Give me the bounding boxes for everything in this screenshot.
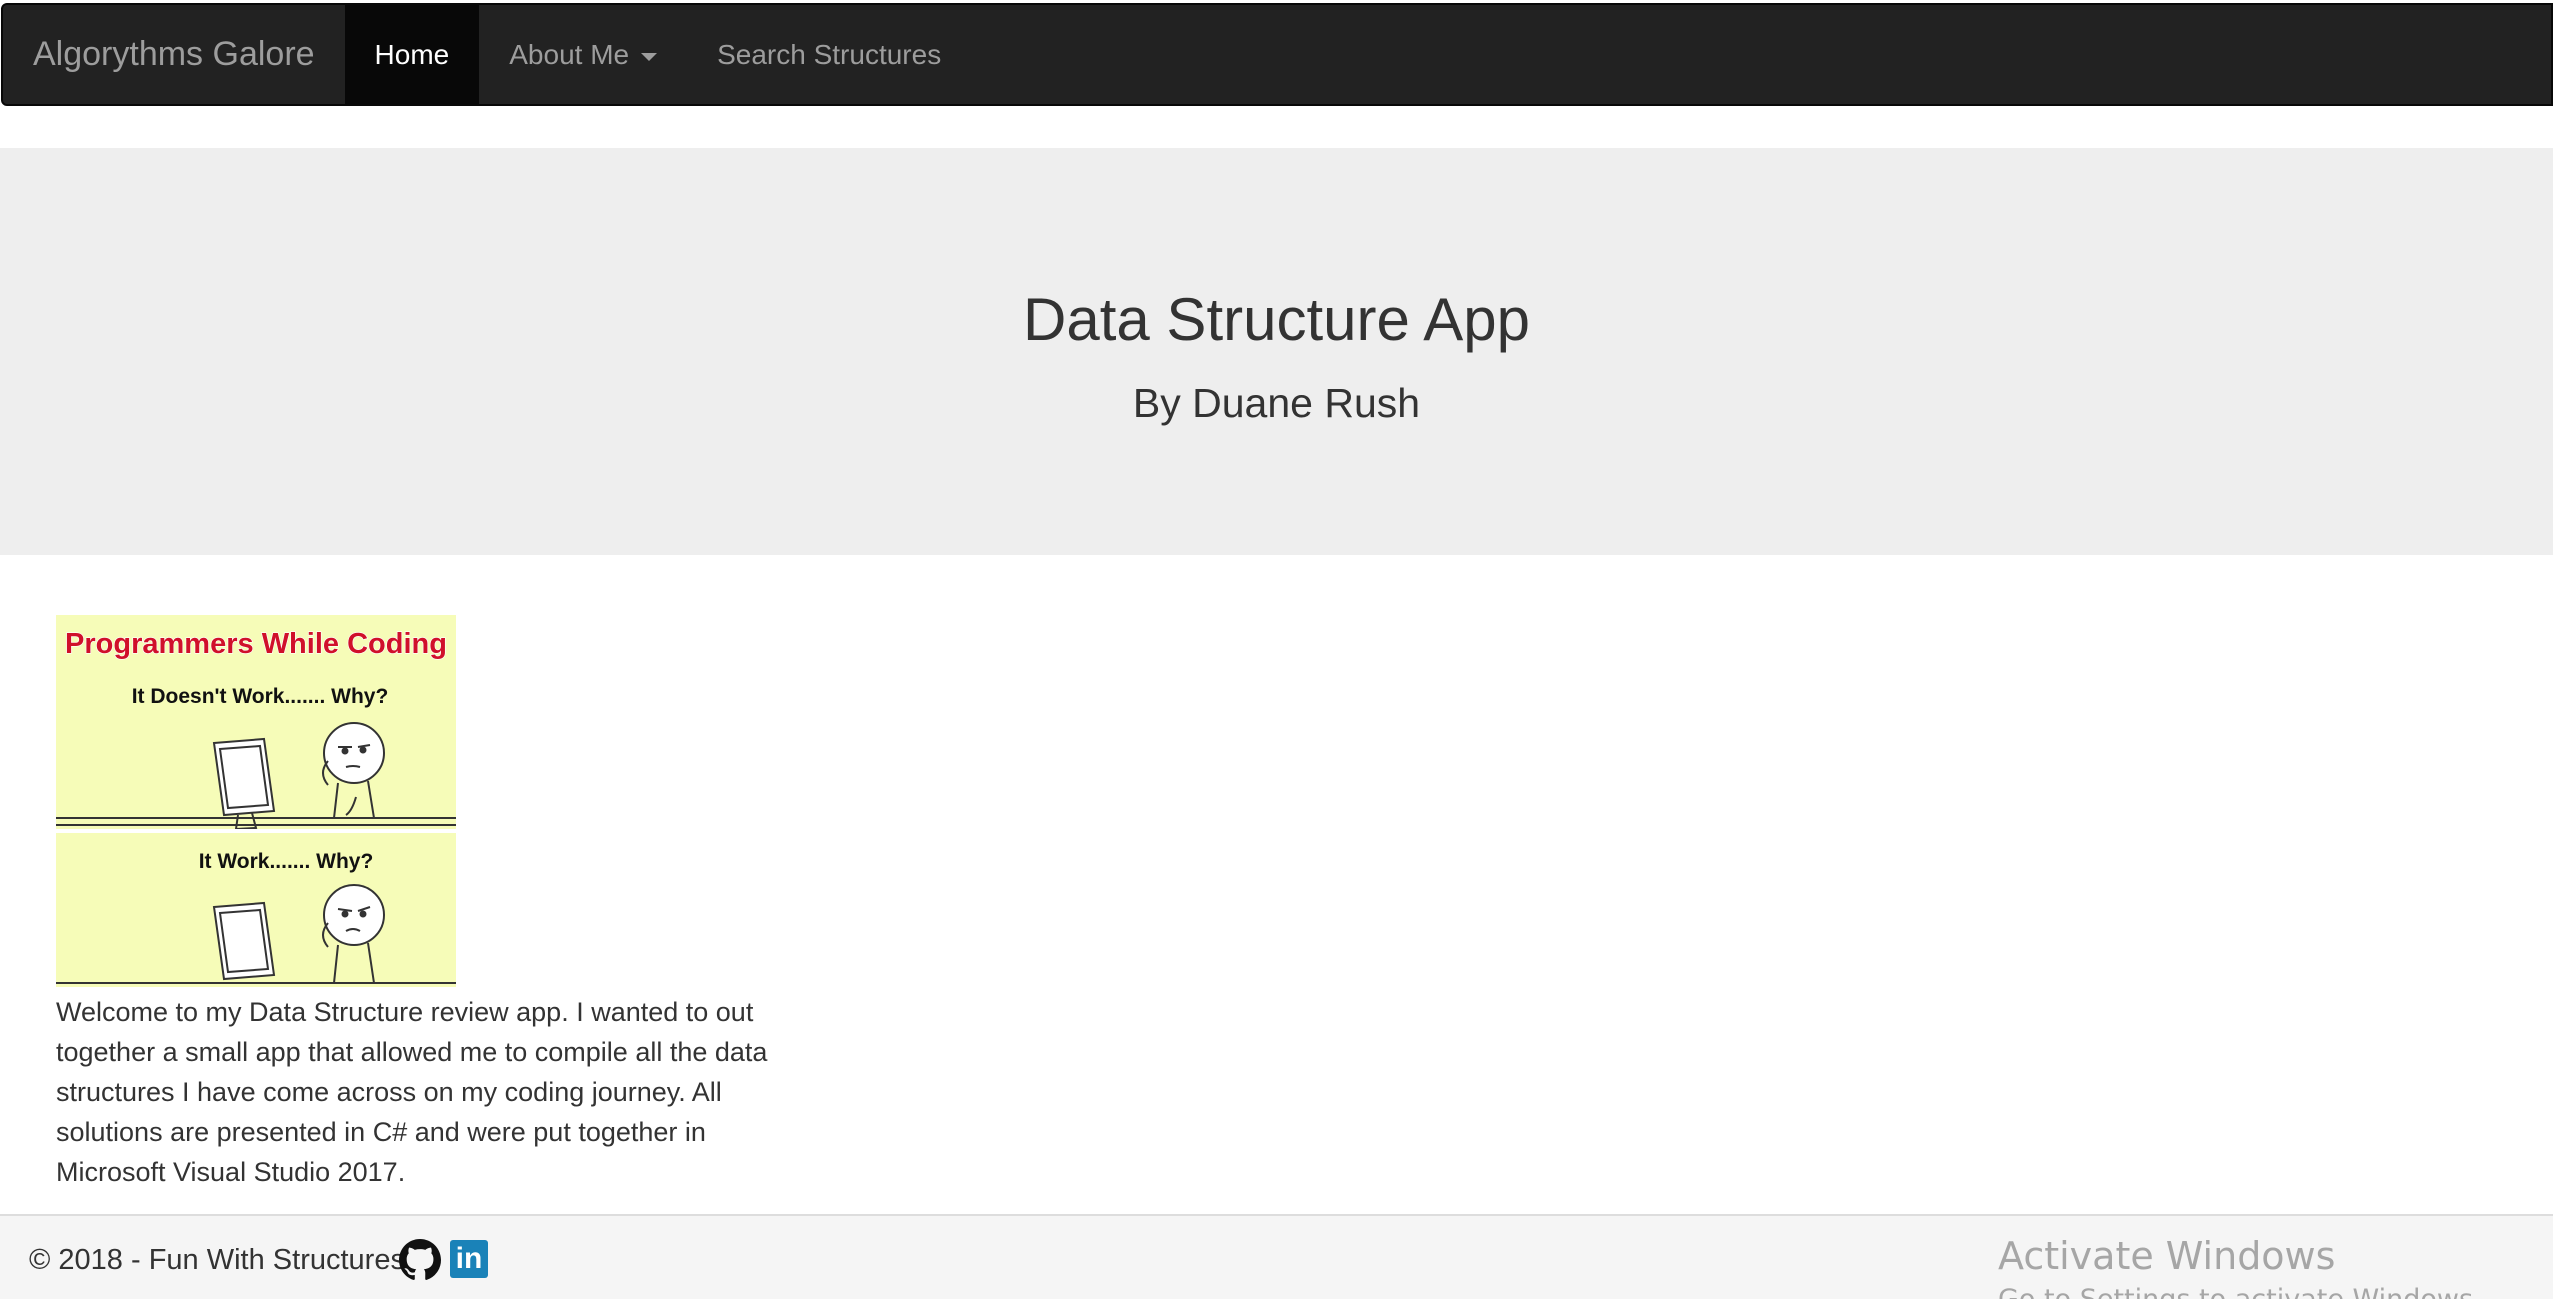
linkedin-icon[interactable]: in <box>450 1240 488 1278</box>
welcome-paragraph: Welcome to my Data Structure review app.… <box>56 997 768 1187</box>
programmers-comic-image: Programmers While Coding It Doesn't Work… <box>56 615 456 987</box>
nav-item-about-me-label: About Me <box>509 38 630 70</box>
nav-item-home-label: Home <box>374 38 450 70</box>
comic-panel2-caption: It Work....... Why? <box>199 850 374 873</box>
activate-windows-subtitle: Go to Settings to activate Windows. <box>1998 1284 2482 1299</box>
nav-item-search-structures[interactable]: Search Structures <box>687 5 971 104</box>
nav-item-about-me[interactable]: About Me <box>479 5 687 104</box>
nav-item-search-structures-label: Search Structures <box>717 38 942 70</box>
copyright-text: © 2018 - Fun With Structures <box>29 1244 405 1276</box>
page-subtitle: By Duane Rush <box>1132 380 1421 426</box>
page-title: Data Structure App <box>1023 286 1530 353</box>
comic-heading: Programmers While Coding <box>65 628 447 660</box>
navbar-brand[interactable]: Algorythms Galore <box>3 5 345 104</box>
nav-item-home[interactable]: Home <box>344 5 480 104</box>
top-navbar: Algorythms Galore Home About Me Search S… <box>1 3 2553 106</box>
jumbotron: Data Structure App By Duane Rush <box>0 148 2553 555</box>
footer: © 2018 - Fun With Structures in Activate… <box>0 1214 2553 1299</box>
github-icon[interactable] <box>399 1239 441 1281</box>
caret-down-icon <box>641 52 658 61</box>
comic-panel1-caption: It Doesn't Work....... Why? <box>132 685 389 708</box>
activate-windows-title: Activate Windows <box>1998 1234 2336 1278</box>
